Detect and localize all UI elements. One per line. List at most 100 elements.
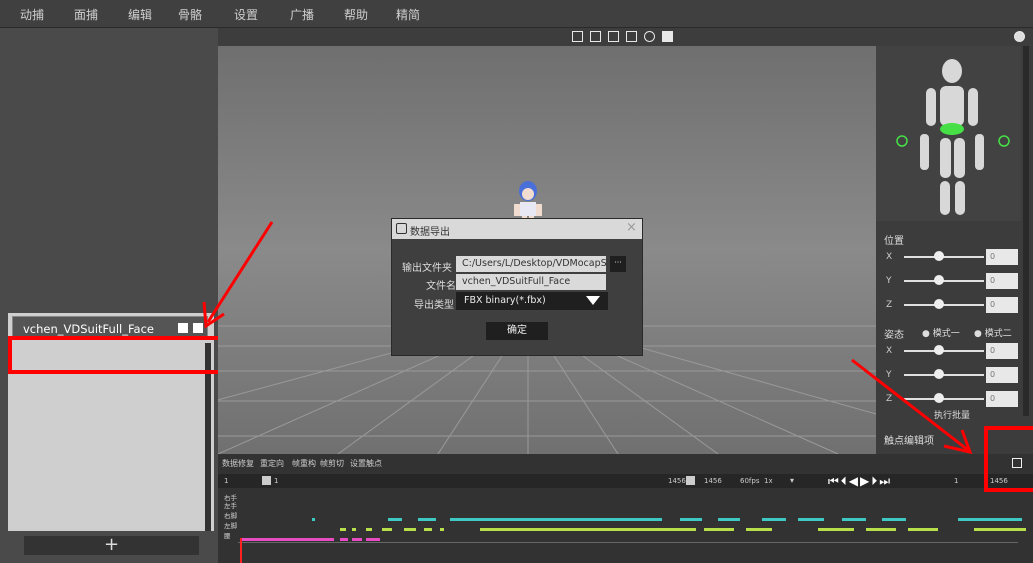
- tab-set-contact[interactable]: 设置触点: [350, 458, 382, 469]
- pose-z-slider[interactable]: Z 0: [876, 391, 1018, 407]
- pose-y-slider[interactable]: Y 0: [876, 367, 1018, 383]
- folder-icon[interactable]: [178, 323, 188, 333]
- pos-y-slider[interactable]: Y 0: [876, 273, 1018, 289]
- loop-icon[interactable]: ▾: [790, 476, 794, 485]
- track-segment[interactable]: [388, 518, 402, 521]
- track-segment[interactable]: [340, 538, 348, 541]
- track-segment[interactable]: [974, 528, 1026, 531]
- timeline-control-bar: 1 1 1456 1456 60fps 1x ▾ ⏮⏴◀▶⏵⏭ 1 1456: [218, 474, 1033, 488]
- start-marker[interactable]: [262, 476, 271, 485]
- right-panel-scrollbar[interactable]: [1023, 46, 1029, 416]
- current-frame: 1: [274, 477, 279, 485]
- confirm-button[interactable]: 确定: [486, 322, 548, 340]
- tab-data-repair[interactable]: 数据修复: [222, 458, 254, 469]
- body-figure-icon: [896, 59, 1010, 215]
- fps-select[interactable]: 60fps: [740, 477, 759, 485]
- track-segment[interactable]: [908, 528, 938, 531]
- track-segment[interactable]: [842, 518, 866, 521]
- timeline-panel: 数据修复 重定向 帧重构 帧剪切 设置触点 1 1 1456 1456 60fp…: [218, 454, 1033, 563]
- track-segment[interactable]: [680, 518, 702, 521]
- track-segment[interactable]: [480, 528, 696, 531]
- track-left-foot: 左脚: [224, 522, 237, 530]
- track-segment[interactable]: [718, 518, 740, 521]
- track-segment[interactable]: [958, 518, 1022, 521]
- avatar-icon[interactable]: [1014, 31, 1025, 42]
- track-segment[interactable]: [352, 528, 356, 531]
- tab-frame-cut[interactable]: 帧剪切: [320, 458, 344, 469]
- track-segment[interactable]: [404, 528, 416, 531]
- track-segment[interactable]: [366, 528, 372, 531]
- fit-icon[interactable]: [626, 31, 637, 42]
- pos-z-slider[interactable]: Z 0: [876, 297, 1018, 313]
- browse-button[interactable]: ···: [610, 256, 626, 272]
- start-frame: 1: [224, 477, 229, 485]
- chevron-down-icon: [586, 296, 600, 305]
- menu-skeleton[interactable]: 骨骼: [178, 6, 202, 23]
- menu-face-capture[interactable]: 面捕: [74, 6, 98, 23]
- menu-mocap[interactable]: 动捕: [20, 6, 44, 23]
- dialog-title: 数据导出: [410, 227, 450, 238]
- track-segment[interactable]: [240, 538, 334, 541]
- pose-title: 姿态: [884, 330, 904, 341]
- export-icon-button[interactable]: [1012, 458, 1022, 468]
- close-icon[interactable]: ×: [626, 220, 637, 235]
- add-file-button[interactable]: +: [24, 536, 199, 555]
- track-segment[interactable]: [450, 518, 662, 521]
- menu-broadcast[interactable]: 广播: [290, 6, 314, 23]
- right-panel: 位置 X 0 Y 0 Z 0 姿态 ● 模式一 ● 模式二 X 0 Y 0 Z …: [876, 46, 1033, 454]
- filename-label: 文件名: [426, 281, 456, 292]
- app-window: 动捕 面捕 编辑 骨骼 设置 广播 帮助 精简 vchen_VDSuitFull…: [0, 0, 1033, 563]
- viewport-toolbar: [218, 28, 1033, 46]
- track-segment[interactable]: [866, 528, 896, 531]
- pose-x-slider[interactable]: X 0: [876, 343, 1018, 359]
- track-segment[interactable]: [382, 528, 392, 531]
- track-segment[interactable]: [418, 518, 436, 521]
- delete-icon[interactable]: [193, 323, 203, 333]
- menu-edit[interactable]: 编辑: [128, 6, 152, 23]
- playhead[interactable]: [240, 538, 242, 563]
- track-segment[interactable]: [340, 528, 346, 531]
- track-segment[interactable]: [818, 528, 854, 531]
- target-icon[interactable]: [644, 31, 655, 42]
- mode1-radio[interactable]: ● 模式一: [922, 326, 960, 339]
- tab-frame-rebuild[interactable]: 帧重构: [292, 458, 316, 469]
- playback-controls[interactable]: ⏮⏴◀▶⏵⏭: [828, 474, 892, 489]
- track-segment[interactable]: [798, 518, 824, 521]
- highlight-box-export: [984, 426, 1033, 492]
- end-marker[interactable]: [686, 476, 695, 485]
- mode2-radio[interactable]: ● 模式二: [974, 326, 1012, 339]
- character-icon[interactable]: [662, 31, 673, 42]
- track-segment[interactable]: [424, 528, 432, 531]
- track-segment[interactable]: [366, 538, 380, 541]
- export-dialog: 数据导出 × 输出文件夹 C:/Users/L/Desktop/VDMocapS…: [391, 218, 643, 356]
- menu-simplified[interactable]: 精简: [396, 6, 420, 23]
- menu-help[interactable]: 帮助: [344, 6, 368, 23]
- export-icon: [396, 223, 407, 234]
- timeline-ruler[interactable]: [238, 542, 1018, 543]
- batch-button[interactable]: 执行批量: [934, 408, 970, 421]
- camera-icon[interactable]: [608, 31, 619, 42]
- filename-field[interactable]: vchen_VDSuitFull_Face: [456, 274, 606, 290]
- speed-select[interactable]: 1x: [764, 477, 773, 485]
- track-segment[interactable]: [746, 528, 772, 531]
- track-segment[interactable]: [704, 528, 734, 531]
- frame-right: 1: [954, 477, 959, 485]
- menu-settings[interactable]: 设置: [234, 6, 258, 23]
- track-segment[interactable]: [440, 528, 444, 531]
- track-waist: 腰: [224, 532, 231, 540]
- type-select[interactable]: FBX binary(*.fbx): [456, 292, 608, 310]
- pelvis-highlight: [940, 123, 964, 135]
- end-frame: 1456: [668, 477, 686, 485]
- position-title: 位置: [884, 236, 904, 247]
- tab-retarget[interactable]: 重定向: [260, 458, 284, 469]
- type-label: 导出类型: [414, 300, 454, 311]
- folder-field[interactable]: C:/Users/L/Desktop/VDMocapStudio: [456, 256, 606, 272]
- track-segment[interactable]: [762, 518, 786, 521]
- layout-icon[interactable]: [590, 31, 601, 42]
- track-segment[interactable]: [312, 518, 315, 521]
- end-frame-field[interactable]: 1456: [704, 477, 722, 485]
- pos-x-slider[interactable]: X 0: [876, 249, 1018, 265]
- grid-icon[interactable]: [572, 31, 583, 42]
- track-segment[interactable]: [882, 518, 906, 521]
- track-segment[interactable]: [352, 538, 362, 541]
